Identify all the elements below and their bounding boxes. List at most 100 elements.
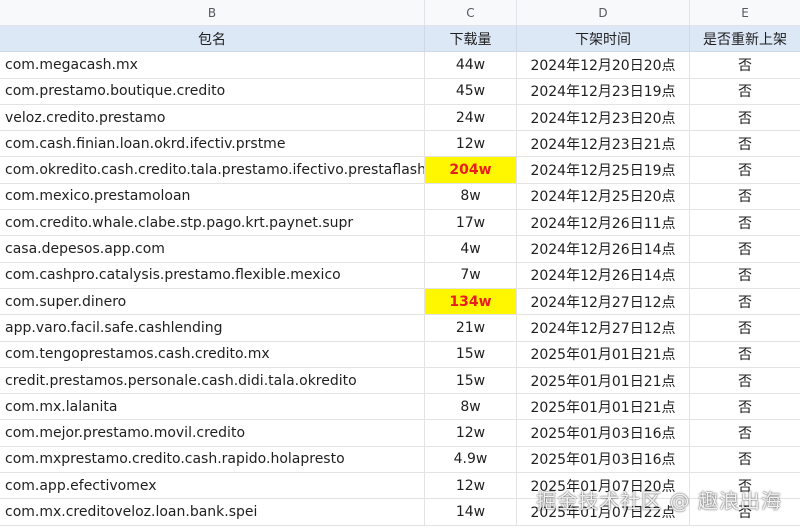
table-row: com.prestamo.boutique.credito 45w 2024年12月… [0,78,800,105]
cell-package[interactable]: com.tengoprestamos.cash.credito.mx [0,341,425,367]
cell-removal-time[interactable]: 2025年01月07日20点 [517,473,690,499]
column-header-c[interactable]: C [425,0,517,25]
cell-relisted[interactable]: 否 [690,52,800,77]
cell-package[interactable]: com.prestamo.boutique.credito [0,78,425,104]
cell-removal-time[interactable]: 2025年01月03日16点 [517,446,690,473]
spreadsheet: B C D E 包名 下载量 下架时间 是否重新上架 com.megacash.… [0,0,800,528]
cell-removal-time[interactable]: 2024年12月25日19点 [517,157,690,183]
cell-relisted[interactable]: 否 [690,499,800,524]
cell-removal-time[interactable]: 2025年01月01日21点 [517,341,690,367]
cell-package[interactable]: com.credito.whale.clabe.stp.pago.krt.pay… [0,210,425,236]
cell-downloads[interactable]: 21w [425,315,517,341]
cell-relisted[interactable]: 否 [690,263,800,288]
cell-downloads[interactable]: 204w [425,157,517,183]
cell-package[interactable]: credit.prestamos.personale.cash.didi.tal… [0,367,425,394]
cell-downloads[interactable]: 7w [425,262,517,288]
cell-package[interactable]: com.app.efectivomex [0,473,425,499]
cell-removal-time[interactable]: 2025年01月03日16点 [517,420,690,446]
cell-relisted[interactable]: 否 [690,289,800,314]
cell-relisted[interactable]: 否 [690,236,800,261]
cell-removal-time[interactable]: 2025年01月01日21点 [517,367,690,394]
cell-package[interactable]: app.varo.facil.safe.cashlending [0,315,425,341]
header-cell-removal-time[interactable]: 下架时间 [517,26,690,52]
cell-removal-time[interactable]: 2024年12月23日20点 [517,104,690,131]
cell-downloads[interactable]: 4.9w [425,446,517,473]
cell-removal-time[interactable]: 2024年12月26日14点 [517,236,690,262]
cell-package[interactable]: com.megacash.mx [0,52,425,78]
cell-relisted[interactable]: 否 [690,447,800,472]
cell-package[interactable]: com.cash.finian.loan.okrd.ifectiv.prstme [0,131,425,157]
cell-package[interactable]: com.okredito.cash.credito.tala.prestamo.… [0,157,425,183]
cell-removal-time[interactable]: 2024年12月20日20点 [517,52,690,78]
cell-package[interactable]: com.mx.creditoveloz.loan.bank.spei [0,499,425,525]
cell-downloads[interactable]: 17w [425,210,517,236]
table-header-row: 包名 下载量 下架时间 是否重新上架 [0,26,800,53]
column-header-d[interactable]: D [517,0,690,25]
table-row: credit.prestamos.personale.cash.didi.tal… [0,367,800,395]
cell-downloads[interactable]: 134w [425,288,517,315]
cell-package[interactable]: com.cashpro.catalysis.prestamo.flexible.… [0,262,425,288]
cell-removal-time[interactable]: 2024年12月23日19点 [517,78,690,104]
cell-relisted[interactable]: 否 [690,79,800,104]
cell-downloads[interactable]: 12w [425,473,517,499]
cell-relisted[interactable]: 否 [690,473,800,498]
cell-removal-time[interactable]: 2025年01月07日22点 [517,499,690,525]
column-header-b[interactable]: B [0,0,425,25]
column-header-e[interactable]: E [690,0,800,25]
table-row: com.app.efectivomex 12w 2025年01月07日20点否 [0,473,800,500]
table-row: casa.depesos.app.com 4w 2024年12月26日14点否 [0,236,800,263]
cell-relisted[interactable]: 否 [690,131,800,156]
cell-downloads[interactable]: 15w [425,367,517,394]
cell-package[interactable]: casa.depesos.app.com [0,236,425,262]
cell-relisted[interactable]: 否 [690,210,800,235]
table-row: com.tengoprestamos.cash.credito.mx 15w 202… [0,341,800,368]
table-row: veloz.credito.prestamo 24w 2024年12月23日20点否 [0,104,800,132]
cell-downloads[interactable]: 15w [425,341,517,367]
table-row: com.cash.finian.loan.okrd.ifectiv.prstme… [0,131,800,158]
cell-removal-time[interactable]: 2024年12月27日12点 [517,315,690,341]
table-body: com.megacash.mx 44w 2024年12月20日20点否 com.pre… [0,52,800,526]
cell-removal-time[interactable]: 2024年12月27日12点 [517,288,690,315]
cell-removal-time[interactable]: 2025年01月01日21点 [517,394,690,420]
cell-package[interactable]: veloz.credito.prestamo [0,104,425,131]
cell-relisted[interactable]: 否 [690,420,800,445]
table-row: com.mexico.prestamoloan 8w 2024年12月25日20点否 [0,183,800,211]
cell-downloads[interactable]: 8w [425,183,517,210]
header-cell-package[interactable]: 包名 [0,26,425,52]
cell-downloads[interactable]: 24w [425,104,517,131]
cell-package[interactable]: com.mxprestamo.credito.cash.rapido.holap… [0,446,425,473]
cell-downloads[interactable]: 44w [425,52,517,78]
cell-removal-time[interactable]: 2024年12月25日20点 [517,183,690,210]
cell-package[interactable]: com.super.dinero [0,288,425,315]
cell-relisted[interactable]: 否 [690,184,800,209]
cell-downloads[interactable]: 4w [425,236,517,262]
cell-relisted[interactable]: 否 [690,342,800,367]
cell-package[interactable]: com.mx.lalanita [0,394,425,420]
cell-removal-time[interactable]: 2024年12月26日14点 [517,262,690,288]
cell-downloads[interactable]: 45w [425,78,517,104]
table-row: com.mejor.prestamo.movil.credito 12w 2025年… [0,420,800,447]
cell-package[interactable]: com.mexico.prestamoloan [0,183,425,210]
cell-relisted[interactable]: 否 [690,368,800,393]
header-cell-downloads[interactable]: 下载量 [425,26,517,52]
table-row: com.super.dinero 134w 2024年12月27日12点否 [0,288,800,316]
table-row: com.mx.creditoveloz.loan.bank.spei 14w 202… [0,499,800,526]
table-row: app.varo.facil.safe.cashlending 21w 2024年1… [0,315,800,342]
column-header-bar: B C D E [0,0,800,26]
cell-removal-time[interactable]: 2024年12月26日11点 [517,210,690,236]
table-row: com.okredito.cash.credito.tala.prestamo.… [0,157,800,184]
cell-package[interactable]: com.mejor.prestamo.movil.credito [0,420,425,446]
cell-downloads[interactable]: 12w [425,420,517,446]
cell-relisted[interactable]: 否 [690,394,800,419]
header-cell-relisted[interactable]: 是否重新上架 [690,26,800,51]
cell-downloads[interactable]: 12w [425,131,517,157]
table-row: com.mxprestamo.credito.cash.rapido.holap… [0,446,800,474]
cell-relisted[interactable]: 否 [690,157,800,182]
cell-relisted[interactable]: 否 [690,315,800,340]
table-row: com.megacash.mx 44w 2024年12月20日20点否 [0,52,800,79]
cell-removal-time[interactable]: 2024年12月23日21点 [517,131,690,157]
cell-downloads[interactable]: 14w [425,499,517,525]
table-row: com.credito.whale.clabe.stp.pago.krt.pay… [0,210,800,237]
cell-downloads[interactable]: 8w [425,394,517,420]
cell-relisted[interactable]: 否 [690,105,800,130]
